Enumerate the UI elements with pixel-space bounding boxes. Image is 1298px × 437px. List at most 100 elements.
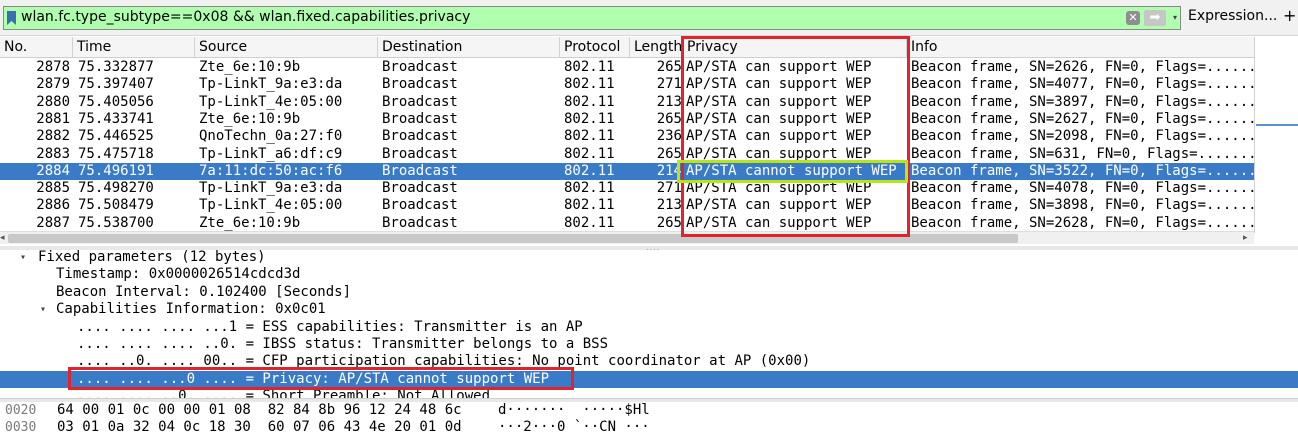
cell-protocol: 802.11: [564, 93, 615, 110]
cell-privacy: AP/STA can support WEP: [686, 59, 872, 75]
packet-row[interactable]: 2887 75.538700 Zte_6e:10:9b Broadcast 802.11…: [0, 215, 1254, 232]
cell-destination: Broadcast: [382, 128, 458, 145]
cell-time: 75.397407: [78, 76, 154, 93]
scrollbar-thumb[interactable]: [8, 234, 1018, 243]
column-header-privacy[interactable]: Privacy: [683, 37, 907, 58]
bytes-hex: 64 00 01 0c 00 00 01 08 82 84 8b 96 12 2…: [57, 402, 462, 418]
cell-length: 265: [656, 145, 682, 162]
cell-protocol: 802.11: [564, 110, 615, 127]
packet-row[interactable]: 2880 75.405056 Tp-LinkT_4e:05:00 Broadcast 8…: [0, 94, 1254, 111]
tree-expand-icon[interactable]: ▾: [40, 301, 46, 318]
cell-time: 75.446525: [78, 128, 154, 145]
column-header-no[interactable]: No.: [0, 37, 73, 58]
detail-text: .... .... ...0 .... = Privacy: AP/STA ca…: [77, 370, 550, 387]
column-header-length[interactable]: Length: [630, 37, 683, 58]
cell-privacy: AP/STA cannot support WEP: [686, 162, 897, 179]
packet-row[interactable]: 2881 75.433741 Zte_6e:10:9b Broadcast 802.11…: [0, 111, 1254, 128]
cell-time: 75.538700: [78, 214, 154, 231]
column-header-destination[interactable]: Destination: [378, 37, 560, 58]
display-filter-input[interactable]: wlan.fc.type_subtype==0x08 && wlan.fixed…: [3, 6, 1181, 30]
scroll-right-icon[interactable]: ▸: [1243, 232, 1248, 245]
detail-text: Timestamp: 0x0000026514cdcd3d: [56, 266, 301, 283]
packet-row[interactable]: 2878 75.332877 Zte_6e:10:9b Broadcast 802.11…: [0, 59, 1254, 76]
cell-destination: Broadcast: [382, 180, 458, 197]
cell-source: QnoTechn_0a:27:f0: [199, 128, 343, 145]
packet-details-tree: ▾ Fixed parameters (12 bytes) Timestamp: 0…: [0, 250, 1298, 398]
cell-info: Beacon frame, SN=2098, FN=0, Flags=.....…: [911, 128, 1254, 145]
filter-history-dropdown-icon[interactable]: ▾: [1169, 10, 1181, 26]
cell-info: Beacon frame, SN=2626, FN=0, Flags=.....…: [911, 59, 1254, 75]
cell-source: Zte_6e:10:9b: [199, 214, 301, 231]
cell-protocol: 802.11: [564, 162, 615, 179]
cell-source: Tp-LinkT_9a:e3:da: [199, 180, 343, 197]
cell-privacy: AP/STA can support WEP: [686, 93, 872, 110]
cell-protocol: 802.11: [564, 76, 615, 93]
column-header-protocol[interactable]: Protocol: [560, 37, 630, 58]
column-header-time[interactable]: Time: [73, 37, 195, 58]
detail-row[interactable]: .... .... .... ...1 = ESS capabilities: …: [0, 319, 1298, 336]
packet-row[interactable]: 2882 75.446525 QnoTechn_0a:27:f0 Broadcast 8…: [0, 128, 1254, 145]
detail-row[interactable]: .... .... .... ..0. = IBSS status: Trans…: [0, 336, 1298, 353]
packet-list-horizontal-scrollbar[interactable]: ◂ ▸: [0, 231, 1254, 244]
clear-filter-icon[interactable]: ✕: [1126, 11, 1140, 25]
bytes-offset: 0030: [5, 420, 37, 435]
cell-destination: Broadcast: [382, 145, 458, 162]
cell-length: 265: [656, 110, 682, 127]
packet-row[interactable]: 2885 75.498270 Tp-LinkT_9a:e3:da Broadcast 8…: [0, 180, 1254, 197]
cell-length: 236: [656, 128, 682, 145]
detail-row[interactable]: .... ..0. .... 00.. = CFP participation …: [0, 353, 1298, 370]
cell-no: 2886: [36, 197, 70, 214]
detail-row[interactable]: Timestamp: 0x0000026514cdcd3d: [0, 266, 1298, 283]
cell-privacy: AP/STA can support WEP: [686, 180, 872, 197]
detail-text: .... ..0. .... 00.. = CFP participation …: [77, 353, 811, 370]
packet-row-selected[interactable]: 2884 75.496191 7a:11:dc:50:ac:f6 Broadcast 8…: [0, 162, 1254, 181]
detail-row[interactable]: ▾ Capabilities Information: 0x0c01: [0, 301, 1298, 318]
scroll-left-icon[interactable]: ◂: [0, 232, 5, 245]
packet-list-minimap[interactable]: [1254, 37, 1298, 233]
detail-text: .... .... ..0. .... = Short Preamble: No…: [77, 388, 491, 398]
cell-source: 7a:11:dc:50:ac:f6: [199, 162, 343, 179]
cell-destination: Broadcast: [382, 197, 458, 214]
cell-source: Zte_6e:10:9b: [199, 59, 301, 75]
bytes-ascii: ···2···0 `··CN ···: [498, 419, 650, 435]
cell-info: Beacon frame, SN=3522, FN=0, Flags=.....…: [911, 162, 1254, 179]
tree-expand-icon[interactable]: ▾: [20, 250, 26, 266]
packet-row[interactable]: 2879 75.397407 Tp-LinkT_9a:e3:da Broadcast 8…: [0, 76, 1254, 93]
bookmark-icon[interactable]: [7, 11, 16, 25]
cell-time: 75.405056: [78, 93, 154, 110]
cell-time: 75.508479: [78, 197, 154, 214]
add-filter-button[interactable]: +: [1283, 6, 1296, 25]
cell-protocol: 802.11: [564, 145, 615, 162]
cell-source: Tp-LinkT_9a:e3:da: [199, 76, 343, 93]
bytes-row[interactable]: 0020 64 00 01 0c 00 00 01 08 82 84 8b 96 …: [0, 402, 1298, 419]
cell-no: 2882: [36, 128, 70, 145]
detail-row[interactable]: ▾ Fixed parameters (12 bytes): [0, 250, 1298, 266]
column-header-source[interactable]: Source: [195, 37, 378, 58]
cell-privacy: AP/STA can support WEP: [686, 197, 872, 214]
cell-protocol: 802.11: [564, 197, 615, 214]
detail-text: Capabilities Information: 0x0c01: [56, 301, 326, 318]
cell-source: Tp-LinkT_4e:05:00: [199, 93, 343, 110]
expression-button[interactable]: Expression...: [1188, 8, 1277, 24]
cell-protocol: 802.11: [564, 180, 615, 197]
cell-length: 214: [656, 162, 682, 179]
packet-row[interactable]: 2883 75.475718 Tp-LinkT_a6:df:c9 Broadcast 8…: [0, 146, 1254, 163]
packet-row[interactable]: 2886 75.508479 Tp-LinkT_4e:05:00 Broadcast 8…: [0, 197, 1254, 214]
detail-row-selected[interactable]: .... .... ...0 .... = Privacy: AP/STA ca…: [0, 370, 1298, 389]
cell-length: 213: [656, 197, 682, 214]
column-header-info[interactable]: Info: [907, 37, 1254, 58]
detail-row[interactable]: .... .... ..0. .... = Short Preamble: No…: [0, 388, 1298, 398]
packet-list: No. Time Source Destination Protocol Len…: [0, 37, 1298, 246]
cell-length: 265: [656, 214, 682, 231]
cell-info: Beacon frame, SN=4077, FN=0, Flags=.....…: [911, 76, 1254, 93]
detail-row[interactable]: Beacon Interval: 0.102400 [Seconds]: [0, 284, 1298, 301]
cell-privacy: AP/STA can support WEP: [686, 145, 872, 162]
detail-text: Fixed parameters (12 bytes): [38, 250, 266, 265]
cell-no: 2884: [36, 162, 70, 179]
cell-info: Beacon frame, SN=3898, FN=0, Flags=.....…: [911, 197, 1254, 214]
cell-protocol: 802.11: [564, 214, 615, 231]
cell-no: 2881: [36, 110, 70, 127]
cell-protocol: 802.11: [564, 128, 615, 145]
bytes-row[interactable]: 0030 03 01 0a 32 04 0c 18 30 60 07 06 43 …: [0, 419, 1298, 436]
apply-filter-icon[interactable]: ➡: [1144, 10, 1166, 26]
